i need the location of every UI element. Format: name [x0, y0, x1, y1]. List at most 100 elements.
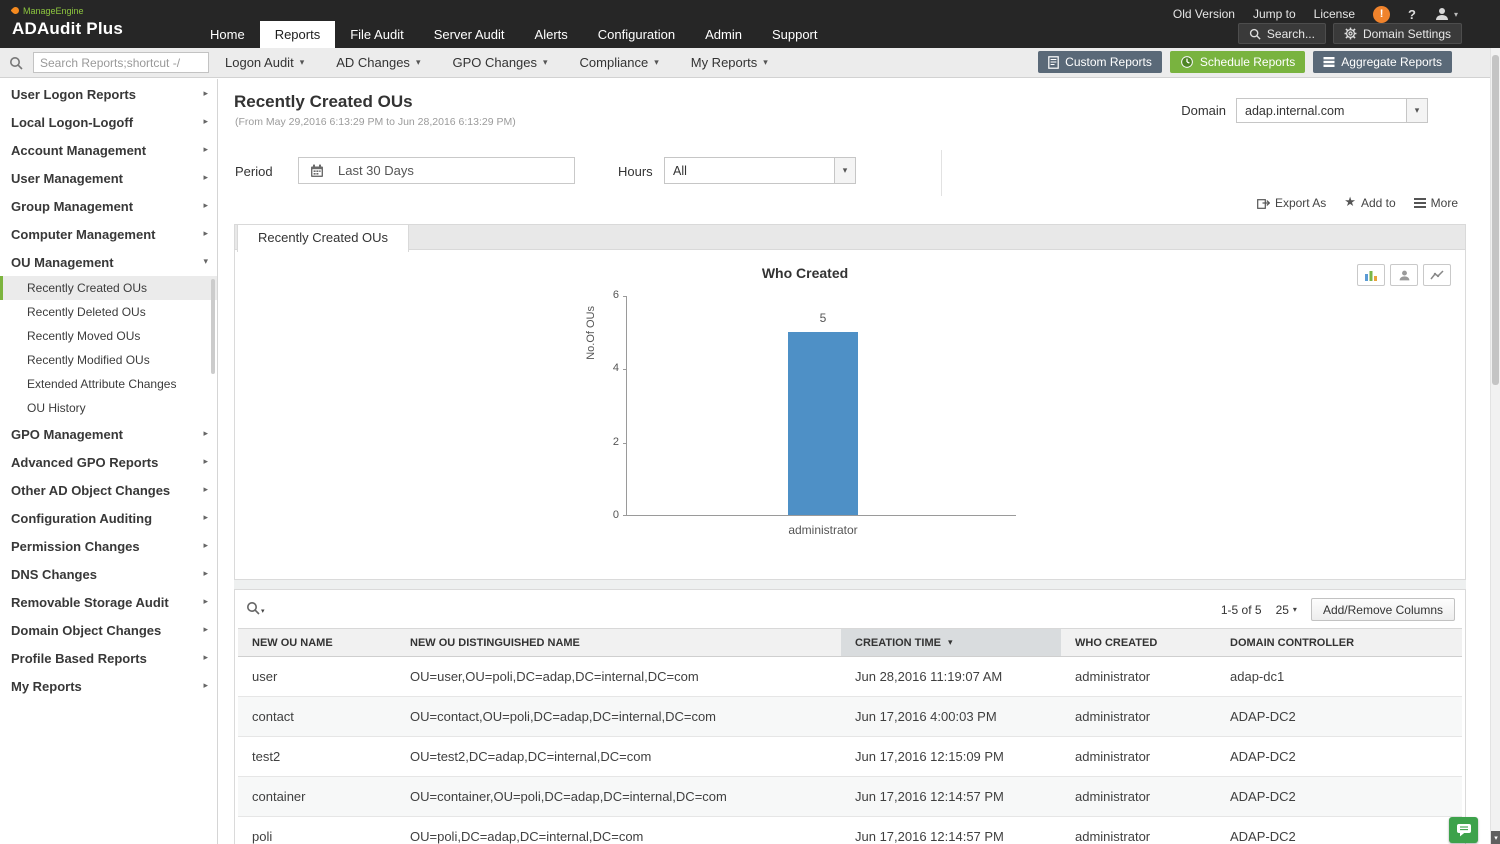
sidebar-item-permission-changes[interactable]: Permission Changes ▸: [0, 532, 217, 560]
sidebar-item-local-logon-logoff[interactable]: Local Logon-Logoff ▸: [0, 108, 217, 136]
column-header-who-created[interactable]: WHO CREATED: [1061, 629, 1216, 656]
notification-icon[interactable]: !: [1373, 5, 1391, 23]
domain-settings-button[interactable]: Domain Settings: [1332, 23, 1462, 44]
sidebar-item-label: Advanced GPO Reports: [11, 454, 159, 470]
sidebar-item-gpo-management[interactable]: GPO Management ▸: [0, 420, 217, 448]
chart-bar-value: 5: [819, 310, 827, 325]
table-row[interactable]: user OU=user,OU=poli,DC=adap,DC=internal…: [238, 657, 1462, 697]
help-icon[interactable]: ?: [1408, 7, 1416, 22]
report-tabstrip: Recently Created OUs: [234, 224, 1466, 252]
sidebar-item-other-ad-object-changes[interactable]: Other AD Object Changes ▸: [0, 476, 217, 504]
report-search-input[interactable]: [33, 52, 209, 73]
brand-logo[interactable]: ManageEngine ADAudit Plus: [10, 5, 123, 39]
global-search-button[interactable]: Search...: [1237, 23, 1326, 44]
sidebar-item-group-management[interactable]: Group Management ▸: [0, 192, 217, 220]
domain-select[interactable]: adap.internal.com ▾: [1236, 98, 1428, 123]
nav-tab-configuration[interactable]: Configuration: [583, 21, 690, 48]
sidebar-item-advanced-gpo-reports[interactable]: Advanced GPO Reports ▸: [0, 448, 217, 476]
column-header-creation-time[interactable]: CREATION TIME ▾: [841, 629, 1061, 656]
chart-bar[interactable]: [788, 331, 858, 515]
hours-select[interactable]: All ▾: [664, 157, 856, 184]
column-header-domain-controller[interactable]: DOMAIN CONTROLLER: [1216, 629, 1462, 656]
chevron-right-icon: ▸: [203, 653, 208, 663]
feedback-chat-button[interactable]: [1449, 817, 1478, 843]
table-search-button[interactable]: ▾: [246, 601, 265, 615]
aggregate-reports-button[interactable]: Aggregate Reports: [1313, 51, 1452, 73]
cell-creation-time: Jun 17,2016 12:14:57 PM: [855, 829, 1004, 844]
sidebar-subitem-recently-moved-ous[interactable]: Recently Moved OUs: [0, 324, 217, 348]
vertical-scrollbar[interactable]: ▾: [1490, 48, 1500, 844]
column-header-label: CREATION TIME: [855, 636, 941, 649]
cell-domain-controller: ADAP-DC2: [1230, 709, 1296, 724]
sidebar-item-computer-management[interactable]: Computer Management ▸: [0, 220, 217, 248]
export-icon: [1257, 198, 1270, 209]
tab-recently-created-ous[interactable]: Recently Created OUs: [237, 225, 410, 252]
nav-tab-reports[interactable]: Reports: [259, 21, 336, 48]
chart-attribute-button[interactable]: [1390, 264, 1418, 286]
menu-logon-audit[interactable]: Logon Audit ▾: [225, 55, 304, 70]
nav-tab-file-audit[interactable]: File Audit: [335, 21, 418, 48]
sidebar-subitem-recently-modified-ous[interactable]: Recently Modified OUs: [0, 348, 217, 372]
table-row[interactable]: poli OU=poli,DC=adap,DC=internal,DC=com …: [238, 817, 1462, 844]
table-row[interactable]: container OU=container,OU=poli,DC=adap,D…: [238, 777, 1462, 817]
sidebar-item-domain-object-changes[interactable]: Domain Object Changes ▸: [0, 616, 217, 644]
add-to-label: Add to: [1360, 195, 1396, 210]
nav-tab-admin[interactable]: Admin: [690, 21, 757, 48]
sidebar-item-user-logon-reports[interactable]: User Logon Reports ▸: [0, 80, 217, 108]
table-row[interactable]: test2 OU=test2,DC=adap,DC=internal,DC=co…: [238, 737, 1462, 777]
chart-type-bar-button[interactable]: [1357, 264, 1385, 286]
schedule-reports-button[interactable]: Schedule Reports: [1169, 51, 1306, 73]
sidebar-item-profile-based-reports[interactable]: Profile Based Reports ▸: [0, 644, 217, 672]
old-version-link[interactable]: Old Version: [1173, 7, 1235, 21]
manageengine-text: ManageEngine: [23, 5, 84, 16]
scrollbar-down-arrow[interactable]: ▾: [1491, 831, 1500, 844]
sidebar-item-removable-storage-audit[interactable]: Removable Storage Audit ▸: [0, 588, 217, 616]
scrollbar-thumb[interactable]: [1492, 55, 1499, 385]
search-icon[interactable]: [9, 56, 23, 75]
sidebar-subitem-label: Recently Deleted OUs: [27, 305, 146, 319]
menu-my-reports[interactable]: My Reports ▾: [691, 55, 768, 70]
add-remove-columns-button[interactable]: Add/Remove Columns: [1310, 598, 1455, 621]
sidebar-subitem-recently-created-ous[interactable]: Recently Created OUs: [0, 276, 217, 300]
bar-chart-plot: No.Of OUs 6 4 2 0 5 administrator: [585, 289, 1016, 537]
y-tick-mark: [623, 369, 627, 370]
sidebar-scrollbar-thumb[interactable]: [211, 279, 215, 374]
user-menu[interactable]: ▾: [1434, 6, 1458, 22]
menu-compliance[interactable]: Compliance ▾: [580, 55, 659, 70]
main-content: Recently Created OUs (From May 29,2016 6…: [219, 79, 1490, 844]
column-header-new-ou-distinguished-name[interactable]: NEW OU DISTINGUISHED NAME: [396, 629, 841, 656]
chevron-right-icon: ▸: [203, 117, 208, 127]
sidebar-item-user-management[interactable]: User Management ▸: [0, 164, 217, 192]
nav-tab-alerts[interactable]: Alerts: [520, 21, 583, 48]
menu-gpo-changes[interactable]: GPO Changes ▾: [452, 55, 547, 70]
page-size-select[interactable]: 25 ▾: [1276, 603, 1297, 617]
sidebar-subitem-extended-attribute-changes[interactable]: Extended Attribute Changes: [0, 372, 217, 396]
table-header-row: NEW OU NAME NEW OU DISTINGUISHED NAME CR…: [238, 628, 1462, 657]
more-link[interactable]: More: [1413, 196, 1458, 210]
table-row[interactable]: contact OU=contact,OU=poli,DC=adap,DC=in…: [238, 697, 1462, 737]
custom-reports-button[interactable]: Custom Reports: [1038, 51, 1162, 73]
sidebar-subitem-ou-history[interactable]: OU History: [0, 396, 217, 420]
nav-tab-home[interactable]: Home: [195, 21, 260, 48]
period-picker[interactable]: Last 30 Days: [298, 157, 575, 184]
sidebar-subitem-recently-deleted-ous[interactable]: Recently Deleted OUs: [0, 300, 217, 324]
export-as-link[interactable]: Export As: [1257, 196, 1326, 210]
jump-to-link[interactable]: Jump to: [1253, 7, 1296, 21]
sidebar-item-my-reports[interactable]: My Reports ▸: [0, 672, 217, 700]
menu-label: Logon Audit: [225, 55, 294, 70]
add-to-link[interactable]: ★ Add to: [1344, 195, 1395, 210]
chart-type-line-button[interactable]: [1423, 264, 1451, 286]
license-link[interactable]: License: [1314, 7, 1355, 21]
global-search-label: Search...: [1266, 26, 1315, 41]
sidebar-item-dns-changes[interactable]: DNS Changes ▸: [0, 560, 217, 588]
menu-ad-changes[interactable]: AD Changes ▾: [336, 55, 420, 70]
chevron-down-icon: ▾: [763, 57, 768, 68]
sidebar-item-account-management[interactable]: Account Management ▸: [0, 136, 217, 164]
column-header-new-ou-name[interactable]: NEW OU NAME: [238, 629, 396, 656]
nav-tab-support[interactable]: Support: [757, 21, 833, 48]
nav-tab-server-audit[interactable]: Server Audit: [419, 21, 520, 48]
sidebar-item-ou-management[interactable]: OU Management ▾: [0, 248, 217, 276]
cell-new-ou-distinguished-name: OU=user,OU=poli,DC=adap,DC=internal,DC=c…: [410, 669, 699, 684]
cell-domain-controller: ADAP-DC2: [1230, 829, 1296, 844]
sidebar-item-configuration-auditing[interactable]: Configuration Auditing ▸: [0, 504, 217, 532]
